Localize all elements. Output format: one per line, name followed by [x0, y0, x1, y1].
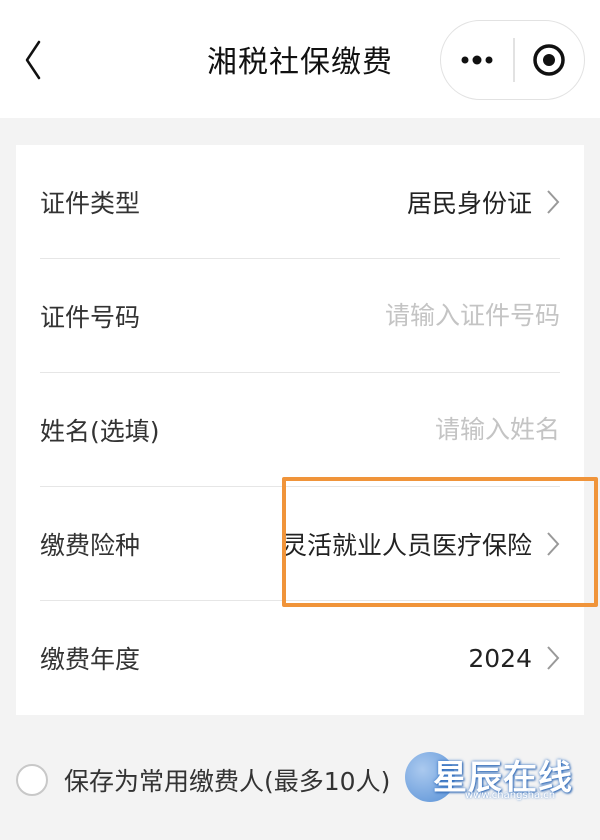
- navigation-bar: 湘税社保缴费: [0, 0, 600, 118]
- form-row-year[interactable]: 缴费年度 2024: [40, 601, 560, 715]
- year-label: 缴费年度: [40, 645, 141, 674]
- insurance-type-label: 缴费险种: [40, 530, 141, 560]
- id-number-input[interactable]: [300, 301, 560, 330]
- chevron-right-icon: [546, 189, 560, 215]
- insurance-type-value: 灵活就业人员医疗保险: [281, 530, 532, 560]
- form-row-name: 姓名(选填): [40, 373, 560, 487]
- save-payer-option[interactable]: 保存为常用缴费人(最多10人): [16, 755, 390, 805]
- id-type-value: 居民身份证: [406, 188, 532, 218]
- more-button[interactable]: [441, 21, 513, 99]
- year-value: 2024: [468, 643, 532, 673]
- year-picker[interactable]: 2024: [468, 644, 560, 673]
- form-row-id-type[interactable]: 证件类型 居民身份证: [40, 145, 560, 259]
- id-number-label: 证件号码: [40, 302, 141, 332]
- save-payer-radio[interactable]: [16, 764, 48, 796]
- form-row-id-number: 证件号码: [40, 259, 560, 373]
- name-label: 姓名(选填): [40, 416, 160, 446]
- target-circle-icon: [533, 44, 565, 76]
- form-row-insurance-type[interactable]: 缴费险种 灵活就业人员医疗保险: [40, 487, 560, 601]
- more-dots-icon: [461, 55, 493, 65]
- insurance-type-picker[interactable]: 灵活就业人员医疗保险: [282, 526, 560, 562]
- id-type-picker[interactable]: 居民身份证: [407, 184, 560, 220]
- chevron-right-icon: [546, 645, 560, 671]
- watermark-url: www.changsha.cn: [465, 790, 556, 801]
- save-payer-label: 保存为常用缴费人(最多10人): [64, 767, 391, 796]
- name-input[interactable]: [300, 415, 560, 444]
- chevron-right-icon: [546, 531, 560, 557]
- close-button[interactable]: [515, 21, 585, 99]
- payment-form: 证件类型 居民身份证 证件号码 姓名(选填) 缴费险种 灵活就业人员医疗保险 缴…: [16, 145, 584, 715]
- watermark: 星辰在线 www.changsha.cn: [405, 748, 585, 808]
- id-type-label: 证件类型: [40, 188, 141, 218]
- mini-program-capsule: [440, 20, 585, 100]
